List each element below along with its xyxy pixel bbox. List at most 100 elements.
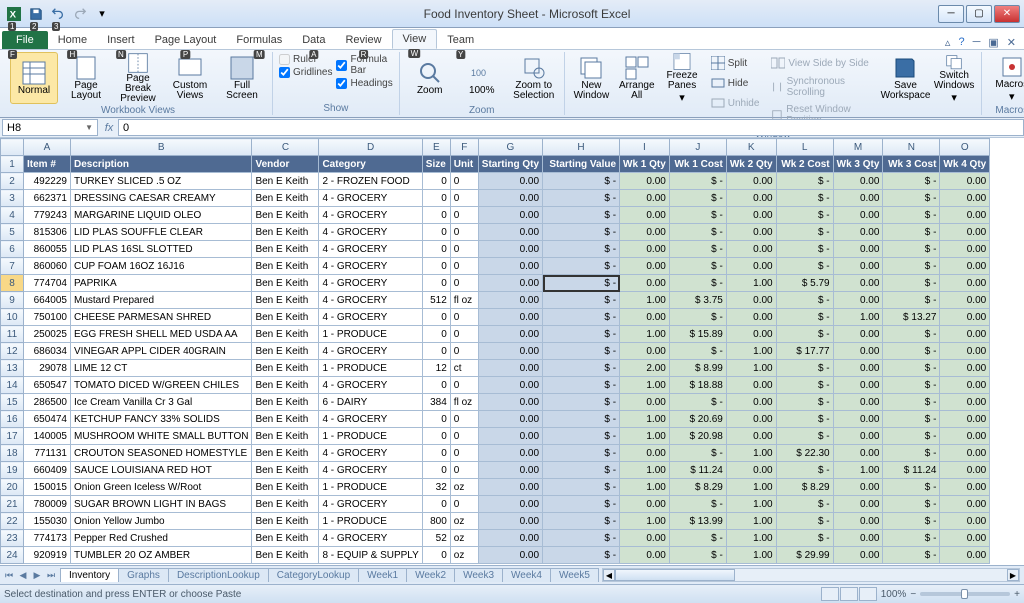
- cell[interactable]: $ -: [776, 326, 833, 343]
- cell[interactable]: 0.00: [940, 309, 990, 326]
- cell[interactable]: $ -: [883, 530, 940, 547]
- cell[interactable]: Ben E Keith: [252, 360, 319, 377]
- zoom-out-icon[interactable]: −: [910, 589, 916, 600]
- cell[interactable]: 774704: [24, 275, 71, 292]
- cell[interactable]: 0.00: [620, 496, 670, 513]
- cell[interactable]: Ben E Keith: [252, 326, 319, 343]
- cell[interactable]: 32: [422, 479, 450, 496]
- custom-views-button[interactable]: Custom Views: [166, 52, 214, 104]
- cell[interactable]: 4 - GROCERY: [319, 377, 422, 394]
- header-cell[interactable]: Wk 1 Qty: [620, 156, 670, 173]
- cell[interactable]: LIME 12 CT: [71, 360, 252, 377]
- cell[interactable]: Ben E Keith: [252, 173, 319, 190]
- row-header[interactable]: 20: [1, 479, 24, 496]
- cell[interactable]: $ -: [543, 326, 620, 343]
- cell[interactable]: 771131: [24, 445, 71, 462]
- cell[interactable]: 0.00: [833, 275, 883, 292]
- cell[interactable]: 0: [422, 547, 450, 564]
- cell[interactable]: $ -: [776, 411, 833, 428]
- sheet-tab[interactable]: CategoryLookup: [268, 568, 359, 582]
- cell[interactable]: 0.00: [940, 530, 990, 547]
- cell[interactable]: 384: [422, 394, 450, 411]
- cell[interactable]: Ben E Keith: [252, 275, 319, 292]
- cell[interactable]: 0.00: [478, 445, 542, 462]
- cell[interactable]: 512: [422, 292, 450, 309]
- cell[interactable]: 1.00: [620, 428, 670, 445]
- redo-icon[interactable]: [70, 4, 90, 24]
- cell[interactable]: $ -: [883, 292, 940, 309]
- row-header[interactable]: 8: [1, 275, 24, 292]
- cell[interactable]: 0: [422, 496, 450, 513]
- cell[interactable]: 0: [450, 428, 478, 445]
- cell[interactable]: 0.00: [940, 190, 990, 207]
- tab-home[interactable]: HomeH: [48, 31, 97, 49]
- cell[interactable]: 286500: [24, 394, 71, 411]
- header-cell[interactable]: Description: [71, 156, 252, 173]
- cell[interactable]: 0.00: [940, 496, 990, 513]
- cell[interactable]: $ -: [883, 326, 940, 343]
- cell[interactable]: CROUTON SEASONED HOMESTYLE: [71, 445, 252, 462]
- cell[interactable]: $ -: [776, 207, 833, 224]
- sheet-tab[interactable]: Week3: [454, 568, 503, 582]
- cell[interactable]: 0.00: [478, 428, 542, 445]
- tab-team[interactable]: TeamY: [437, 31, 484, 49]
- cell[interactable]: $ -: [883, 258, 940, 275]
- cell[interactable]: 0: [422, 326, 450, 343]
- cell[interactable]: 0.00: [620, 258, 670, 275]
- cell[interactable]: 0.00: [726, 241, 776, 258]
- cell[interactable]: 920919: [24, 547, 71, 564]
- cell[interactable]: 0.00: [478, 479, 542, 496]
- cell[interactable]: $ 8.99: [669, 360, 726, 377]
- cell[interactable]: 0.00: [833, 241, 883, 258]
- cell[interactable]: $ -: [669, 207, 726, 224]
- switch-windows-button[interactable]: Switch Windows ▾: [933, 52, 974, 104]
- sheet-tab[interactable]: Week4: [502, 568, 551, 582]
- cell[interactable]: $ -: [776, 513, 833, 530]
- column-header[interactable]: K: [726, 139, 776, 156]
- cell[interactable]: oz: [450, 479, 478, 496]
- zoom-button[interactable]: Zoom: [406, 52, 454, 104]
- excel-icon[interactable]: X: [4, 4, 24, 24]
- cell[interactable]: $ -: [883, 411, 940, 428]
- fx-icon[interactable]: fx: [100, 122, 118, 134]
- cell[interactable]: 150015: [24, 479, 71, 496]
- cell[interactable]: 0: [422, 309, 450, 326]
- cell[interactable]: 0.00: [478, 411, 542, 428]
- cell[interactable]: $ 11.24: [669, 462, 726, 479]
- cell[interactable]: 0.00: [478, 360, 542, 377]
- help-icon[interactable]: ?: [958, 36, 964, 49]
- row-header[interactable]: 4: [1, 207, 24, 224]
- cell[interactable]: 750100: [24, 309, 71, 326]
- cell[interactable]: 0.00: [940, 479, 990, 496]
- cell[interactable]: $ -: [669, 496, 726, 513]
- minimize-button[interactable]: ─: [938, 5, 964, 23]
- cell[interactable]: 0.00: [478, 394, 542, 411]
- cell[interactable]: 1.00: [620, 462, 670, 479]
- cell[interactable]: $ -: [543, 258, 620, 275]
- cell[interactable]: 0: [422, 207, 450, 224]
- cell[interactable]: 0.00: [833, 224, 883, 241]
- cell[interactable]: 1.00: [620, 513, 670, 530]
- cell[interactable]: 0: [422, 428, 450, 445]
- cell[interactable]: SAUCE LOUISIANA RED HOT: [71, 462, 252, 479]
- cell[interactable]: $ -: [776, 292, 833, 309]
- cell[interactable]: $ -: [669, 309, 726, 326]
- tab-review[interactable]: ReviewR: [335, 31, 391, 49]
- column-header[interactable]: J: [669, 139, 726, 156]
- cell[interactable]: 0.00: [726, 190, 776, 207]
- cell[interactable]: 0.00: [940, 377, 990, 394]
- cell[interactable]: $ -: [543, 428, 620, 445]
- cell[interactable]: fl oz: [450, 292, 478, 309]
- scroll-right-icon[interactable]: ▶: [1007, 569, 1019, 581]
- cell[interactable]: $ 18.88: [669, 377, 726, 394]
- cell[interactable]: 0.00: [726, 326, 776, 343]
- cell[interactable]: 0.00: [478, 224, 542, 241]
- column-header[interactable]: M: [833, 139, 883, 156]
- split-button[interactable]: Split: [707, 54, 764, 72]
- cell[interactable]: $ -: [543, 530, 620, 547]
- full-screen-button[interactable]: Full Screen: [218, 52, 266, 104]
- cell[interactable]: $ 20.98: [669, 428, 726, 445]
- cell[interactable]: $ -: [883, 275, 940, 292]
- cell[interactable]: 2.00: [620, 360, 670, 377]
- cell[interactable]: 1 - PRODUCE: [319, 326, 422, 343]
